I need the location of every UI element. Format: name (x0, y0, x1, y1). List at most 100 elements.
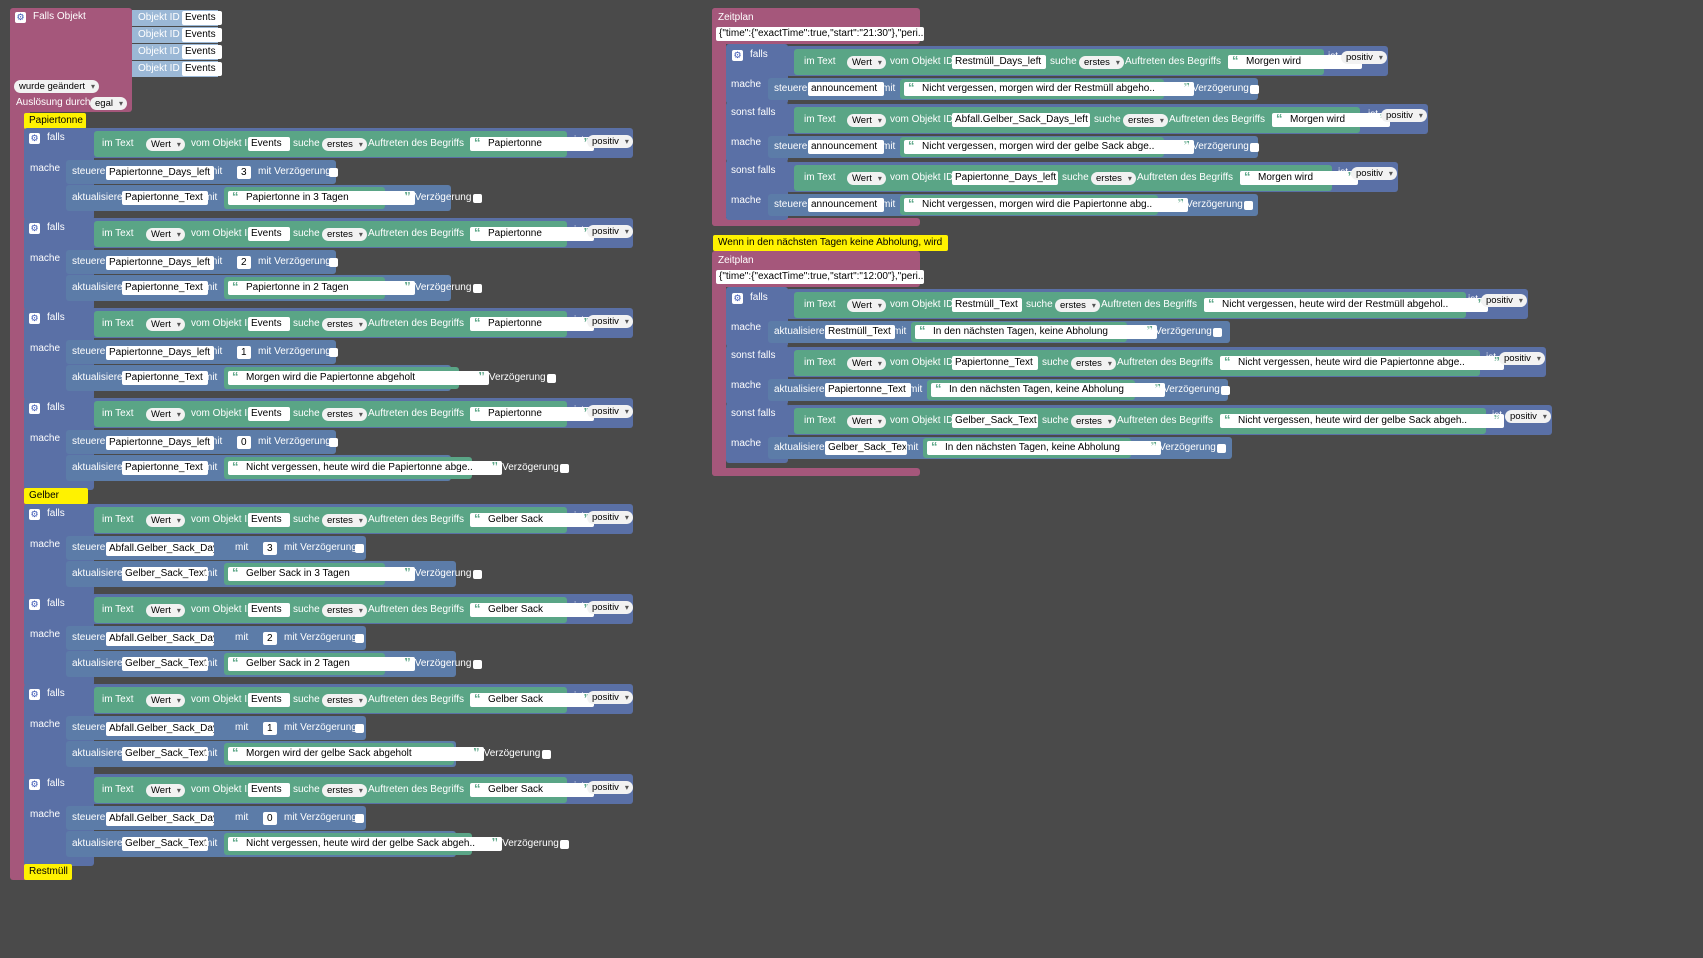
gear-icon[interactable]: ⚙ (29, 133, 40, 144)
action-text-field[interactable]: In den nächsten Tagen, keine Abholung “” (915, 325, 1157, 339)
state-id-field[interactable]: Papiertonne_Days_left (106, 166, 214, 180)
positive-dropdown[interactable]: positiv (587, 135, 633, 148)
state-id-field[interactable]: Papiertonne_Text (122, 191, 208, 205)
state-id-field[interactable]: Papiertonne_Days_left (106, 436, 214, 450)
delay-checkbox[interactable] (355, 724, 364, 733)
cron-field[interactable]: {"time":{"exactTime":true,"start":"21:30… (716, 27, 924, 41)
delay-checkbox[interactable] (1250, 85, 1259, 94)
positive-dropdown[interactable]: positiv (1505, 410, 1551, 423)
gear-icon[interactable]: ⚙ (29, 313, 40, 324)
state-id-field[interactable]: Abfall.Gelber_Sack_Days_left (106, 632, 214, 646)
state-id-field[interactable]: Papiertonne_Text (825, 383, 911, 397)
number-field[interactable]: 1 (263, 722, 277, 735)
object-id-field[interactable]: Events (248, 317, 290, 331)
positive-dropdown[interactable]: positiv (1381, 109, 1427, 122)
value-dropdown[interactable]: Wert (146, 694, 185, 707)
delay-checkbox[interactable] (1221, 386, 1230, 395)
update-text-field[interactable]: Morgen wird der gelbe Sack abgeholt “” (228, 747, 484, 761)
action-text-field[interactable]: Nicht vergessen, morgen wird der gelbe S… (904, 140, 1194, 154)
state-id-field[interactable]: Papiertonne_Text (122, 371, 208, 385)
value-dropdown[interactable]: Wert (847, 172, 886, 185)
update-text-field[interactable]: Nicht vergessen, heute wird der gelbe Sa… (228, 837, 502, 851)
value-dropdown[interactable]: Wert (146, 604, 185, 617)
delay-checkbox[interactable] (1217, 444, 1226, 453)
number-field[interactable]: 3 (263, 542, 277, 555)
gear-icon[interactable]: ⚙ (29, 599, 40, 610)
action-text-field[interactable]: In den nächsten Tagen, keine Abholung “” (931, 383, 1165, 397)
update-text-field[interactable]: Gelber Sack in 2 Tagen “” (228, 657, 415, 671)
state-id-field[interactable]: Gelber_Sack_Text (122, 567, 208, 581)
state-id-field[interactable]: announcement (808, 82, 884, 96)
positive-dropdown[interactable]: positiv (587, 405, 633, 418)
delay-checkbox[interactable] (1244, 201, 1253, 210)
delay-checkbox[interactable] (329, 348, 338, 357)
object-id-field[interactable]: Events (248, 783, 290, 797)
value-dropdown[interactable]: Wert (146, 138, 185, 151)
delay-checkbox[interactable] (329, 438, 338, 447)
state-id-field[interactable]: Abfall.Gelber_Sack_Days_left (106, 812, 214, 826)
value-dropdown[interactable]: Wert (146, 408, 185, 421)
state-id-field[interactable]: announcement (808, 198, 884, 212)
value-dropdown[interactable]: Wert (146, 318, 185, 331)
occurrence-dropdown[interactable]: erstes (322, 408, 367, 421)
triggered-by-dropdown[interactable]: egal (90, 97, 127, 110)
object-id-field[interactable]: Papiertonne_Text (952, 356, 1038, 370)
delay-checkbox[interactable] (329, 168, 338, 177)
gear-icon[interactable]: ⚙ (15, 12, 26, 23)
object-id-field[interactable]: Abfall.Gelber_Sack_Days_left (952, 113, 1090, 127)
action-text-field[interactable]: In den nächsten Tagen, keine Abholung “” (927, 441, 1161, 455)
object-id-field[interactable]: Restmüll_Days_left (952, 55, 1046, 69)
object-id-field[interactable]: Restmüll_Text (952, 298, 1022, 312)
occurrence-dropdown[interactable]: erstes (322, 694, 367, 707)
number-field[interactable]: 3 (237, 166, 251, 179)
gear-icon[interactable]: ⚙ (29, 403, 40, 414)
search-term-field[interactable]: Nicht vergessen, heute wird der gelbe Sa… (1220, 414, 1504, 428)
number-field[interactable]: 1 (237, 346, 251, 359)
group-comment[interactable]: Papiertonne (24, 113, 86, 129)
cron-field[interactable]: {"time":{"exactTime":true,"start":"12:00… (716, 270, 924, 284)
object-id-value[interactable]: Events (182, 45, 222, 59)
delay-checkbox[interactable] (546, 374, 556, 383)
object-id-field[interactable]: Events (248, 693, 290, 707)
state-id-field[interactable]: Papiertonne_Days_left (106, 346, 214, 360)
changed-dropdown[interactable]: wurde geändert (14, 80, 100, 93)
update-text-field[interactable]: Nicht vergessen, heute wird die Papierto… (228, 461, 502, 475)
positive-dropdown[interactable]: positiv (1499, 352, 1545, 365)
delay-checkbox[interactable] (560, 464, 569, 473)
delay-checkbox[interactable] (1213, 328, 1222, 337)
schedule-comment[interactable]: Wenn in den nächsten Tagen keine Abholun… (713, 235, 948, 264)
state-id-field[interactable]: Gelber_Sack_Text (122, 747, 208, 761)
value-dropdown[interactable]: Wert (847, 299, 886, 312)
delay-checkbox[interactable] (472, 570, 482, 579)
occurrence-dropdown[interactable]: erstes (1055, 299, 1100, 312)
group-comment[interactable]: Gelber Sack (24, 488, 88, 517)
occurrence-dropdown[interactable]: erstes (322, 138, 367, 151)
state-id-field[interactable]: Papiertonne_Days_left (106, 256, 214, 270)
object-id-field[interactable]: Events (248, 407, 290, 421)
object-id-field[interactable]: Papiertonne_Days_left (952, 171, 1058, 185)
state-id-field[interactable]: Abfall.Gelber_Sack_Days_left (106, 542, 214, 556)
gear-icon[interactable]: ⚙ (732, 50, 743, 61)
value-dropdown[interactable]: Wert (146, 514, 185, 527)
state-id-field[interactable]: Restmüll_Text (825, 325, 895, 339)
positive-dropdown[interactable]: positiv (587, 315, 633, 328)
value-dropdown[interactable]: Wert (847, 357, 886, 370)
search-term-field[interactable]: Nicht vergessen, heute wird die Papierto… (1220, 356, 1504, 370)
delay-checkbox[interactable] (472, 194, 482, 203)
state-id-field[interactable]: Abfall.Gelber_Sack_Days_left (106, 722, 214, 736)
state-id-field[interactable]: Gelber_Sack_Text (122, 837, 208, 851)
gear-icon[interactable]: ⚙ (29, 223, 40, 234)
group-comment[interactable]: Restmüll (24, 864, 72, 880)
occurrence-dropdown[interactable]: erstes (322, 604, 367, 617)
positive-dropdown[interactable]: positiv (587, 511, 633, 524)
positive-dropdown[interactable]: positiv (587, 691, 633, 704)
search-term-field[interactable]: Nicht vergessen, heute wird der Restmüll… (1204, 298, 1488, 312)
occurrence-dropdown[interactable]: erstes (1079, 56, 1124, 69)
state-id-field[interactable]: Papiertonne_Text (122, 461, 208, 475)
occurrence-dropdown[interactable]: erstes (1071, 357, 1116, 370)
occurrence-dropdown[interactable]: erstes (322, 514, 367, 527)
delay-checkbox[interactable] (541, 750, 551, 759)
gear-icon[interactable]: ⚙ (29, 509, 40, 520)
object-id-field[interactable]: Events (248, 513, 290, 527)
gear-icon[interactable]: ⚙ (29, 689, 40, 700)
